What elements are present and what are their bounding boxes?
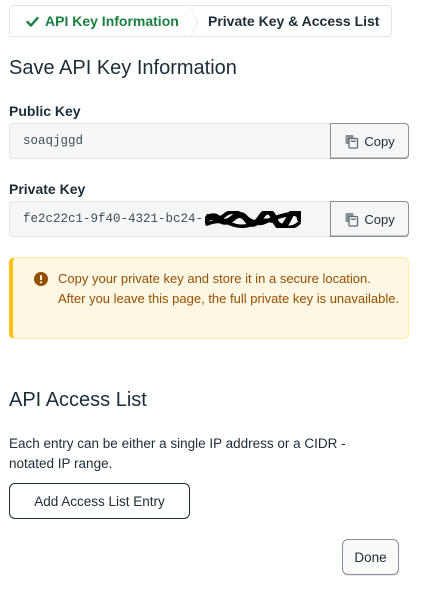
public-key-field[interactable]: soaqjggd — [9, 123, 331, 159]
warning-icon — [34, 272, 48, 291]
check-icon — [26, 15, 39, 28]
private-key-label: Private Key — [9, 181, 86, 197]
step-private-key-access-list[interactable]: Private Key & Access List — [190, 6, 391, 36]
step-label: API Key Information — [45, 13, 179, 29]
warning-text: Copy your private key and store it in a … — [58, 271, 400, 306]
public-key-label: Public Key — [9, 103, 81, 119]
copy-label: Copy — [364, 211, 395, 227]
copy-label: Copy — [364, 133, 395, 149]
copy-private-key-button[interactable]: Copy — [330, 201, 409, 237]
done-button[interactable]: Done — [342, 539, 399, 575]
step-api-key-information[interactable]: API Key Information — [10, 6, 198, 36]
copy-icon — [344, 134, 359, 149]
private-key-row: fe2c22c1-9f40-4321-bc24- Copy — [9, 201, 409, 237]
wizard-stepper: API Key Information Private Key & Access… — [9, 5, 392, 37]
access-list-description: Each entry can be either a single IP add… — [9, 436, 346, 471]
public-key-row: soaqjggd Copy — [9, 123, 409, 159]
page-title: Save API Key Information — [9, 57, 237, 79]
add-access-list-entry-button[interactable]: Add Access List Entry — [9, 483, 190, 519]
copy-icon — [344, 212, 359, 227]
copy-public-key-button[interactable]: Copy — [330, 123, 409, 159]
warning-callout: Copy your private key and store it in a … — [9, 257, 409, 339]
redaction-scribble — [203, 206, 304, 230]
access-list-title: API Access List — [9, 389, 147, 411]
private-key-value: fe2c22c1-9f40-4321-bc24- — [23, 212, 204, 226]
step-label: Private Key & Access List — [208, 13, 380, 29]
private-key-field[interactable]: fe2c22c1-9f40-4321-bc24- — [9, 201, 331, 237]
